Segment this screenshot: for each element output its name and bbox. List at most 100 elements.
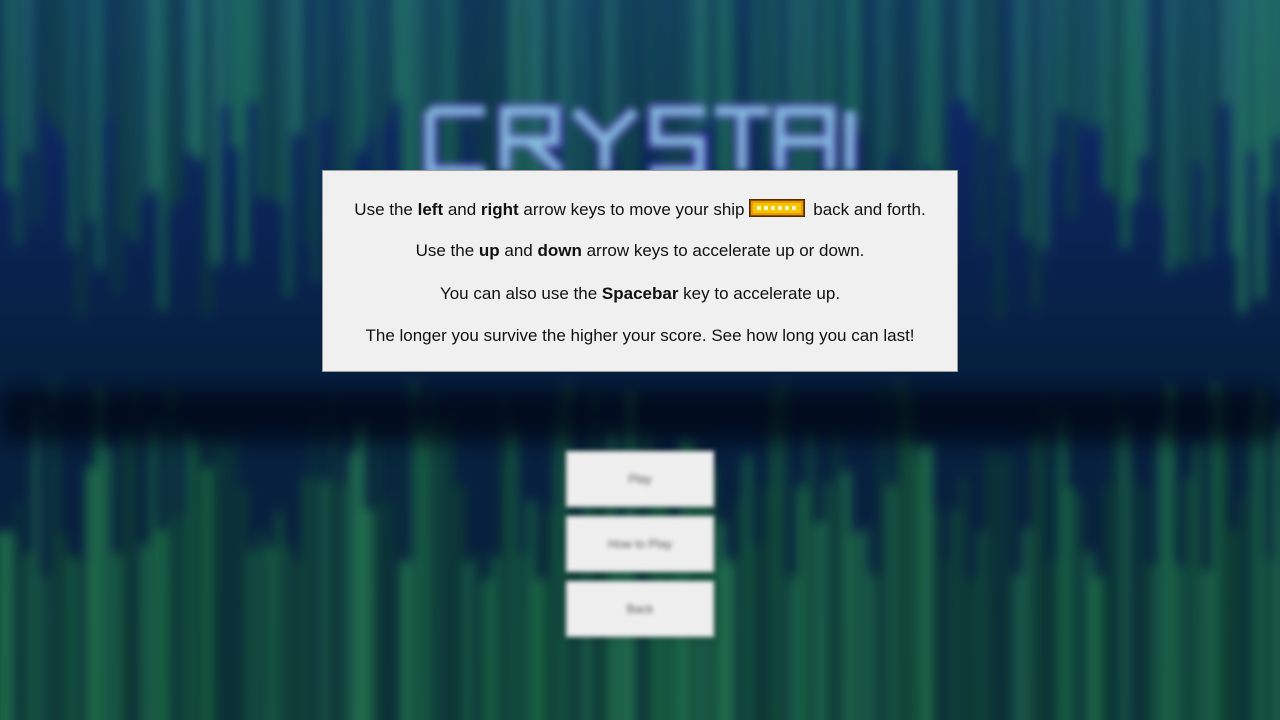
keyword-left: left (417, 200, 444, 219)
crystal-spike (736, 499, 741, 720)
crystal-spike (88, 0, 93, 221)
crystal-spike (1141, 488, 1146, 720)
crystal-spike (934, 510, 939, 720)
crystal-spike (439, 420, 444, 720)
crystal-spike (151, 0, 156, 191)
crystal-spike (232, 422, 237, 720)
crystal-spike (1222, 398, 1227, 720)
crystal-spike (331, 398, 336, 720)
crystal-spike (313, 0, 318, 283)
crystal-spike (1159, 0, 1164, 210)
crystal-spike (34, 0, 39, 224)
crystal-spike (772, 393, 777, 720)
crystal-spike (214, 0, 219, 265)
crystal-spike (1033, 432, 1038, 720)
crystal-spike (394, 0, 399, 102)
crystal-spike (1060, 415, 1065, 720)
crystal-spike (844, 471, 849, 720)
crystal-spike (115, 554, 120, 720)
crystal-spike (457, 485, 462, 720)
crystal-spike (394, 438, 399, 720)
crystal-spike (52, 0, 57, 127)
keyword-up: up (478, 241, 500, 260)
ship-icon (748, 199, 805, 217)
crystal-spike (1159, 425, 1164, 720)
crystal-spike (1006, 454, 1011, 720)
crystal-spike (205, 0, 210, 314)
crystal-spike (1060, 0, 1065, 113)
crystal-spike (430, 396, 435, 720)
how-to-play-button[interactable]: How to Play (566, 516, 714, 572)
crystal-spike (70, 0, 75, 248)
crystal-spike (403, 560, 408, 720)
crystal-spike (1024, 0, 1029, 239)
crystal-spike (268, 546, 273, 720)
crystal-spike (952, 509, 957, 720)
play-button[interactable]: Play (566, 451, 714, 507)
crystal-spike (889, 0, 894, 154)
crystal-spike (16, 500, 21, 720)
crystal-spike (925, 0, 930, 168)
crystal-spike (1267, 0, 1272, 192)
crystal-spike (556, 0, 561, 112)
crystal-spike (988, 448, 993, 720)
crystal-spike (727, 560, 732, 720)
crystal-spike (997, 451, 1002, 720)
crystal-spike (358, 0, 363, 151)
crystal-spike (313, 411, 318, 720)
crystal-spike (997, 0, 1002, 319)
crystal-spike (223, 442, 228, 720)
crystal-spike (1150, 0, 1155, 202)
keyword-spacebar: Spacebar (601, 284, 679, 303)
crystal-spike (1105, 484, 1110, 720)
crystal-spike (1213, 0, 1218, 210)
crystal-spike (907, 396, 912, 720)
crystal-spike (529, 500, 534, 720)
crystal-spike (259, 0, 264, 198)
crystal-spike (1195, 0, 1200, 163)
crystal-spike (79, 561, 84, 720)
text-segment: Use the (415, 241, 479, 260)
crystal-spike (349, 452, 354, 720)
crystal-spike (1096, 0, 1101, 125)
crystal-spike (466, 560, 471, 720)
text-segment: and (443, 200, 481, 219)
crystal-spike (871, 574, 876, 720)
crystal-spike (25, 0, 30, 152)
text-segment: key to accelerate up. (678, 284, 841, 303)
crystal-spike (988, 0, 993, 137)
crystal-spike (502, 399, 507, 720)
text-segment: arrow keys to move your ship (518, 200, 745, 219)
crystal-spike (1132, 478, 1137, 720)
crystal-spike (142, 544, 147, 720)
crystal-spike (1087, 552, 1092, 720)
crystal-spike (1069, 488, 1074, 720)
crystal-spike (1177, 565, 1182, 720)
back-button[interactable]: Back (566, 581, 714, 637)
crystal-spike (25, 553, 30, 720)
crystal-spike (97, 0, 102, 271)
crystal-spike (1186, 0, 1191, 267)
crystal-spike (853, 533, 858, 720)
crystal-spike (1105, 0, 1110, 191)
instructions-dialog[interactable]: Use the left and right arrow keys to mov… (322, 170, 958, 372)
crystal-spike (133, 0, 138, 244)
crystal-spike (709, 0, 714, 107)
crystal-spike (241, 486, 246, 720)
crystal-spike (754, 545, 759, 720)
crystal-spike (493, 556, 498, 720)
crystal-spike (1195, 440, 1200, 720)
crystal-spike (376, 429, 381, 720)
crystal-spike (367, 509, 372, 720)
crystal-spike (205, 467, 210, 720)
crystal-spike (0, 0, 3, 118)
crystal-spike (817, 522, 822, 720)
crystal-spike (79, 0, 84, 317)
crystal-spike (322, 0, 327, 118)
crystal-spike (268, 0, 273, 201)
crystal-spike (808, 428, 813, 720)
crystal-spike (1033, 0, 1038, 309)
crystal-spike (448, 410, 453, 720)
crystal-spike (1114, 392, 1119, 720)
crystal-spike (1177, 0, 1182, 261)
